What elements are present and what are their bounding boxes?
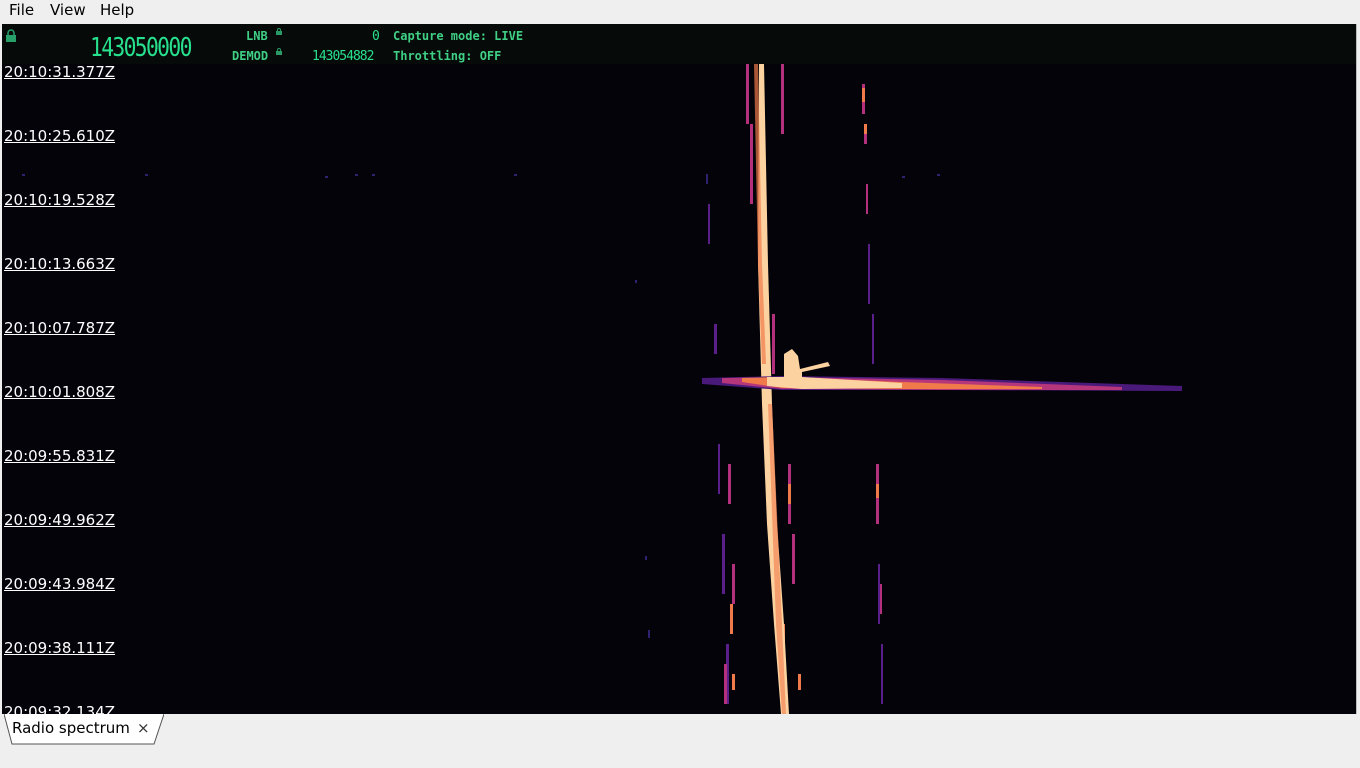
close-icon[interactable]: × — [137, 720, 150, 737]
timestamp-label: 20:09:55.831Z — [4, 447, 116, 465]
timestamp-label: 20:10:19.528Z — [4, 191, 116, 209]
capture-mode-status: Capture mode: LIVE — [393, 29, 524, 43]
menu-file[interactable]: File — [9, 0, 34, 22]
tab-radio-spectrum[interactable]: Radio spectrum × — [4, 714, 164, 745]
demod-lock-icon[interactable] — [276, 48, 282, 55]
menu-view[interactable]: View — [50, 0, 86, 22]
lock-icon[interactable] — [5, 29, 17, 43]
tab-label: Radio spectrum — [12, 719, 130, 737]
throttling-status: Throttling: OFF — [393, 49, 502, 63]
demod-label: DEMOD — [232, 49, 269, 63]
spectrum-panel: 143050000 LNB 0 DEMOD 143054882 Capture … — [2, 24, 1357, 714]
timestamp-label: 20:10:31.377Z — [4, 64, 116, 81]
menu-bar: File View Help — [0, 0, 1360, 22]
tab-bar: Radio spectrum × — [0, 714, 1360, 768]
timestamp-label: 20:10:13.663Z — [4, 255, 116, 273]
timestamp-label: 20:09:49.962Z — [4, 511, 116, 529]
timestamp-label: 20:10:07.787Z — [4, 319, 116, 337]
timestamp-label: 20:10:25.610Z — [4, 127, 116, 145]
waterfall-image — [2, 64, 1356, 714]
menu-help[interactable]: Help — [100, 0, 134, 22]
lnb-lock-icon[interactable] — [276, 28, 282, 35]
timestamp-label: 20:10:01.808Z — [4, 383, 116, 401]
timestamp-label: 20:09:43.984Z — [4, 575, 116, 593]
timestamp-label: 20:09:32.134Z — [4, 703, 116, 715]
main-frequency-display[interactable]: 143050000 — [90, 33, 192, 63]
demod-value[interactable]: 143054882 — [312, 50, 374, 64]
frequency-header: 143050000 LNB 0 DEMOD 143054882 Capture … — [2, 24, 1356, 64]
waterfall-display[interactable]: 20:10:31.377Z 20:10:25.610Z 20:10:19.528… — [2, 64, 1356, 714]
lnb-value[interactable]: 0 — [372, 30, 380, 44]
timestamp-label: 20:09:38.111Z — [4, 639, 116, 657]
lnb-label: LNB — [246, 29, 268, 43]
